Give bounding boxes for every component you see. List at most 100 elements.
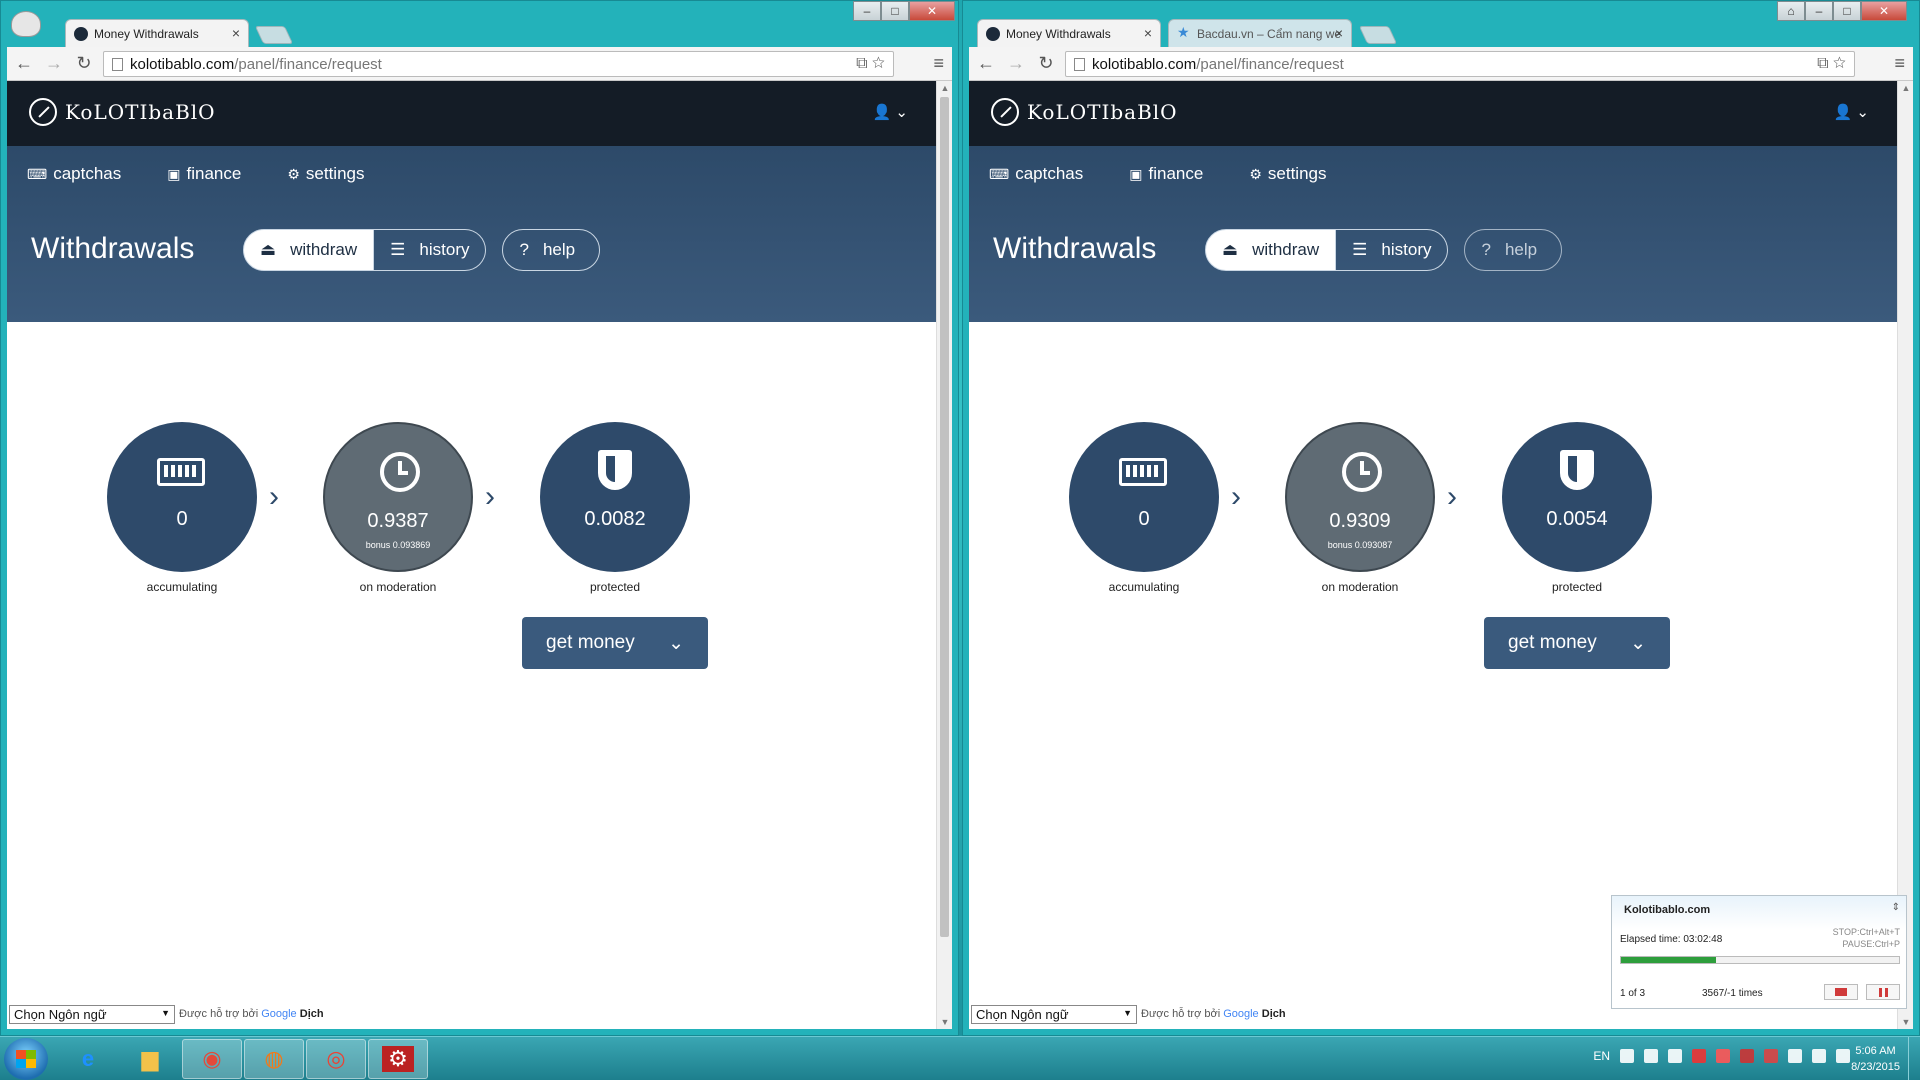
tab-money-withdrawals[interactable]: Money Withdrawals ×: [977, 19, 1161, 47]
chrome-icon[interactable]: ◎: [306, 1039, 366, 1079]
get-money-button[interactable]: get money ⌄: [1484, 617, 1670, 669]
firefox-icon[interactable]: ◍: [244, 1039, 304, 1079]
new-tab-button[interactable]: [254, 26, 294, 44]
gmail-tray-icon[interactable]: [1692, 1049, 1706, 1063]
history-button[interactable]: ☰ history: [1336, 229, 1449, 271]
reload-icon[interactable]: ↻: [1035, 53, 1057, 74]
user-menu-icon[interactable]: 👤 ⌄: [873, 103, 908, 121]
page-icon: [1074, 58, 1085, 71]
site-logo[interactable]: KoLOTIbaBlO: [991, 98, 1178, 126]
reload-icon[interactable]: ↻: [73, 53, 95, 74]
start-button[interactable]: [4, 1038, 48, 1080]
close-window-button[interactable]: ✕: [1861, 1, 1907, 21]
app-tray-icon[interactable]: [1716, 1049, 1730, 1063]
clock-icon: [1342, 452, 1382, 492]
scroll-down-icon[interactable]: ▼: [937, 1017, 952, 1027]
translate-bar: Chọn Ngôn ngữ ▼ Được hỗ trợ bởi Google Dị…: [7, 1003, 920, 1029]
page-viewport: KoLOTIbaBlO 👤 ⌄ ⌨ captchas ▣ finance ⚙ sett…: [7, 81, 952, 1029]
nav-finance[interactable]: ▣ finance: [1129, 164, 1203, 184]
page-viewport: KoLOTIbaBlO 👤 ⌄ ⌨ captchas ▣ finance ⚙ sett…: [969, 81, 1913, 1029]
volume-icon[interactable]: [1836, 1049, 1850, 1063]
minimize-button[interactable]: ‒: [1805, 1, 1833, 21]
monitor-tray-icon[interactable]: [1668, 1049, 1682, 1063]
network-tray-icon[interactable]: [1788, 1049, 1802, 1063]
help-label: help: [542, 240, 576, 259]
user-menu-icon[interactable]: 👤 ⌄: [1834, 103, 1869, 121]
new-tab-button[interactable]: [1358, 26, 1398, 44]
nav-captchas[interactable]: ⌨ captchas: [27, 164, 121, 184]
translate-link[interactable]: Dịch: [1262, 1008, 1286, 1020]
expand-arrows-icon[interactable]: ⇕: [1892, 902, 1900, 913]
tab-close-icon[interactable]: ×: [232, 25, 240, 41]
nav-captchas[interactable]: ⌨ captchas: [989, 164, 1083, 184]
scroll-up-icon[interactable]: ▲: [1898, 83, 1913, 93]
scroll-down-icon[interactable]: ▼: [1898, 1017, 1913, 1027]
withdraw-button[interactable]: ⏏ withdraw: [243, 229, 375, 271]
app-tray-icon-3[interactable]: [1764, 1049, 1778, 1063]
get-money-label: get money: [1508, 632, 1597, 653]
stop-button[interactable]: [1824, 984, 1858, 1000]
site-logo[interactable]: KoLOTIbaBlO: [29, 98, 216, 126]
history-button[interactable]: ☰ history: [374, 229, 487, 271]
app-tray-icon-2[interactable]: [1740, 1049, 1754, 1063]
back-icon[interactable]: ←: [975, 53, 997, 74]
tab-money-withdrawals[interactable]: Money Withdrawals ×: [65, 19, 249, 47]
eject-icon: ⏏: [260, 240, 277, 259]
language-indicator[interactable]: EN: [1593, 1049, 1610, 1063]
macro-count: 1 of 3: [1620, 988, 1646, 999]
accumulating-value: 0: [176, 508, 188, 530]
clock-icon: [380, 452, 420, 492]
scrollbar-thumb[interactable]: [940, 97, 949, 937]
back-icon[interactable]: ←: [13, 53, 35, 74]
protected-circle: 0.0082: [540, 422, 690, 572]
address-bar[interactable]: kolotibablo.com/panel/finance/request ⧉ …: [103, 51, 894, 77]
clock[interactable]: 5:06 AM 8/23/2015: [1851, 1043, 1900, 1075]
game-app-icon[interactable]: ◉: [182, 1039, 242, 1079]
nav-finance[interactable]: ▣ finance: [167, 164, 241, 184]
withdraw-tab-group: ⏏ withdraw ☰ history ? help: [1205, 229, 1563, 271]
keyboard-icon: ⌨: [27, 165, 48, 182]
language-select[interactable]: Chọn Ngôn ngữ ▼: [971, 1005, 1137, 1024]
scroll-up-icon[interactable]: ▲: [937, 83, 952, 93]
show-desktop-button[interactable]: [1908, 1037, 1920, 1080]
tab-bacdau[interactable]: ★ Bacdau.vn – Cẩm nang we ×: [1168, 19, 1352, 47]
gear-tray-icon-2[interactable]: [1644, 1049, 1658, 1063]
pause-button[interactable]: [1866, 984, 1900, 1000]
macro-app-icon[interactable]: ⚙: [368, 1039, 428, 1079]
chrome-menu-icon[interactable]: ≡: [933, 53, 944, 74]
maximize-button[interactable]: □: [1833, 1, 1861, 21]
chrome-menu-icon[interactable]: ≡: [1894, 53, 1905, 74]
logo-mark-icon: [29, 98, 57, 126]
nav-settings[interactable]: ⚙ settings: [1249, 164, 1326, 184]
tab-close-icon[interactable]: ×: [1144, 25, 1152, 41]
nav-settings[interactable]: ⚙ settings: [287, 164, 364, 184]
language-select[interactable]: Chọn Ngôn ngữ ▼: [9, 1005, 175, 1024]
forward-icon[interactable]: →: [1005, 53, 1027, 74]
bookmark-star-icon[interactable]: ⧉ ☆: [856, 55, 885, 73]
action-center-icon[interactable]: [1812, 1049, 1826, 1063]
tab-close-icon[interactable]: ×: [1335, 25, 1343, 41]
address-bar[interactable]: kolotibablo.com/panel/finance/request ⧉ …: [1065, 51, 1855, 77]
powered-prefix: Được hỗ trợ bởi: [1141, 1008, 1221, 1020]
close-window-button[interactable]: ✕: [909, 1, 955, 21]
maximize-button[interactable]: □: [881, 1, 909, 21]
minimize-button[interactable]: ‒: [853, 1, 881, 21]
translate-link[interactable]: Dịch: [300, 1008, 324, 1020]
protected-label: protected: [1551, 580, 1603, 594]
gear-tray-icon[interactable]: [1620, 1049, 1634, 1063]
forward-icon[interactable]: →: [43, 53, 65, 74]
scrollbar[interactable]: ▲ ▼: [1897, 81, 1913, 1029]
site-nav: ⌨ captchas ▣ finance ⚙ settings Withdrawals…: [7, 146, 936, 322]
bookmark-star-icon[interactable]: ⧉ ☆: [1817, 55, 1846, 73]
scrollbar[interactable]: ▲ ▼: [936, 81, 952, 1029]
help-button[interactable]: ? help: [502, 229, 601, 271]
nav-label: captchas: [53, 164, 122, 183]
file-explorer-icon[interactable]: ▆: [120, 1039, 180, 1079]
nav-label: settings: [1267, 164, 1327, 183]
withdraw-button[interactable]: ⏏ withdraw: [1205, 229, 1337, 271]
internet-explorer-icon[interactable]: e: [58, 1039, 118, 1079]
get-money-button[interactable]: get money ⌄: [522, 617, 708, 669]
help-button[interactable]: ? help: [1464, 229, 1563, 271]
protected-value: 0.0054: [1546, 508, 1608, 530]
user-button[interactable]: ⌂: [1777, 1, 1805, 21]
